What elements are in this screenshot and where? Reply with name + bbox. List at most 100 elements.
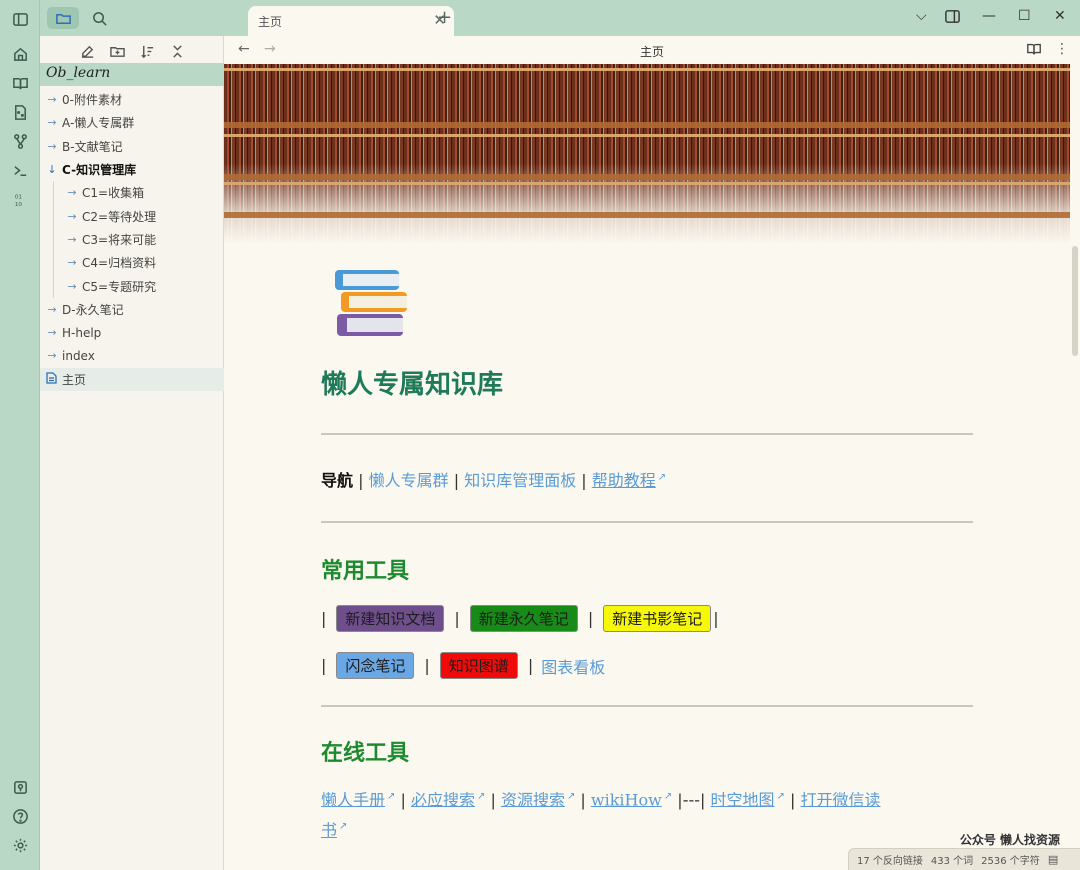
new-permanent-note-button[interactable]: 新建永久笔记: [469, 605, 578, 632]
subfolder-item[interactable]: → C1=收集箱: [40, 181, 224, 205]
separator: |: [424, 656, 430, 675]
binary-icon[interactable]: 01 10: [10, 189, 30, 209]
file-label: 主页: [62, 372, 87, 387]
vault-name[interactable]: Ob_learn: [40, 63, 224, 86]
link-spacetime-map[interactable]: 时空地图: [711, 790, 775, 809]
subfolder-item[interactable]: → C2=等待处理: [40, 204, 224, 229]
collapse-all-icon[interactable]: [168, 42, 186, 60]
home-icon[interactable]: [10, 44, 30, 64]
link-lazy-manual[interactable]: 懒人手册: [321, 790, 385, 809]
sidebar-toggle-icon[interactable]: [10, 9, 30, 29]
folder-item-open[interactable]: ↓ C-知识管理库: [40, 158, 224, 181]
separator: |: [454, 609, 460, 628]
folder-label: A-懒人专属群: [62, 116, 135, 131]
file-tree: → 0-附件素材 → A-懒人专属群 → B-文献笔记 ↓ C-知识管理库 → C1=收集…: [40, 88, 224, 391]
minimize-icon[interactable]: —: [982, 8, 996, 24]
new-media-note-button[interactable]: 新建书影笔记: [603, 605, 712, 632]
word-count: 433 个词: [930, 856, 974, 867]
separator: |: [321, 609, 327, 628]
chevron-right-icon: →: [67, 209, 77, 223]
new-folder-icon[interactable]: [108, 42, 126, 60]
tab-title: 主页: [258, 15, 283, 29]
watermark-text: 公众号 懒人找资源: [959, 833, 1060, 847]
separator: |: [581, 471, 587, 490]
view-title: 主页: [639, 45, 664, 59]
folder-item[interactable]: → 0-附件素材: [40, 88, 224, 111]
folder-item[interactable]: → A-懒人专属群: [40, 111, 224, 134]
backlinks-count[interactable]: 17 个反向链接: [857, 852, 923, 867]
sidebar-header: [40, 0, 224, 36]
folder-label: index: [62, 348, 95, 363]
subfolder-item[interactable]: → C4=归档资料: [40, 251, 224, 275]
link-chart-board[interactable]: 图表看板: [541, 654, 605, 678]
right-sidebar-toggle-icon[interactable]: [944, 8, 961, 29]
folder-item[interactable]: → index: [40, 344, 224, 367]
left-ribbon: 01 10: [0, 0, 40, 870]
svg-text:01: 01: [14, 194, 22, 200]
link-help-tutorial[interactable]: 帮助教程: [592, 471, 656, 490]
library-banner-image: [224, 64, 1070, 244]
vault-switch-icon[interactable]: [10, 777, 30, 797]
folder-label: B-文献笔记: [62, 139, 123, 154]
file-dice-icon[interactable]: [10, 102, 30, 122]
sort-icon[interactable]: [138, 42, 156, 60]
chevron-right-icon: →: [47, 326, 57, 340]
external-link-icon: ↗: [776, 791, 785, 802]
reading-mode-book-icon[interactable]: [1026, 41, 1042, 61]
chevron-right-icon: →: [67, 279, 77, 293]
nav-label: 导航: [321, 471, 354, 490]
new-tab-icon[interactable]: +: [437, 7, 452, 28]
editor-pane: ← → 主页 ⋮ 懒人专属知识库 导航 | 懒人专属群 | 知识库管理面板 | …: [224, 36, 1080, 870]
maximize-icon[interactable]: ☐: [1018, 8, 1031, 24]
terminal-icon[interactable]: [10, 160, 30, 180]
link-wikihow[interactable]: wikiHow: [591, 790, 662, 809]
chevron-right-icon: →: [47, 93, 57, 107]
more-options-icon[interactable]: ⋮: [1055, 41, 1069, 57]
folder-label: C5=专题研究: [82, 279, 157, 294]
folder-item[interactable]: → D-永久笔记: [40, 298, 224, 321]
graph-icon[interactable]: [10, 131, 30, 151]
folder-label: C1=收集箱: [82, 186, 145, 201]
file-explorer: Ob_learn → 0-附件素材 → A-懒人专属群 → B-文献笔记 ↓ C-知识管…: [40, 36, 224, 870]
folder-label: C3=将来可能: [82, 232, 157, 247]
divider: [321, 433, 973, 435]
tool-buttons-row-1: | 新建知识文档 | 新建永久笔记 | 新建书影笔记 |: [321, 605, 973, 632]
folder-label: C-知识管理库: [62, 163, 137, 178]
folder-item[interactable]: → H-help: [40, 321, 224, 344]
section-heading-common-tools: 常用工具: [321, 559, 410, 584]
external-link-icon: ↗: [566, 791, 576, 802]
link-wechat-read[interactable]: 打开微信读: [800, 790, 880, 809]
new-knowledge-doc-button[interactable]: 新建知识文档: [336, 605, 445, 632]
link-bing-search[interactable]: 必应搜索: [411, 790, 475, 809]
subfolder-item[interactable]: → C3=将来可能: [40, 227, 224, 252]
chevron-right-icon: →: [47, 116, 57, 130]
tab-list-chevron-icon[interactable]: ⌵: [916, 8, 927, 24]
subfolder-item[interactable]: → C5=专题研究: [40, 274, 224, 298]
scrollbar[interactable]: [1072, 246, 1078, 356]
folder-item[interactable]: → B-文献笔记: [40, 135, 224, 158]
divider: [321, 521, 973, 523]
file-item-selected[interactable]: 主页: [40, 367, 224, 391]
help-icon[interactable]: [10, 806, 30, 826]
folder-icon[interactable]: [47, 7, 79, 29]
link-wechat-read-cont[interactable]: 书: [321, 821, 337, 840]
knowledge-graph-button[interactable]: 知识图谱: [439, 652, 518, 679]
chevron-right-icon: →: [67, 186, 77, 200]
navigation-line: 导航 | 懒人专属群 | 知识库管理面板 | 帮助教程 ↗: [321, 467, 973, 491]
link-kb-dashboard[interactable]: 知识库管理面板: [464, 471, 576, 490]
settings-gear-icon[interactable]: [10, 835, 30, 855]
link-lazy-group[interactable]: 懒人专属群: [369, 471, 449, 490]
folder-label: 0-附件素材: [62, 93, 122, 108]
link-resource-search[interactable]: 资源搜索: [501, 790, 565, 809]
chevron-down-icon: ↓: [47, 163, 57, 177]
new-note-icon[interactable]: [78, 42, 96, 60]
separator: |: [453, 471, 460, 490]
book-icon[interactable]: [10, 73, 30, 93]
sync-icon[interactable]: ▤: [1048, 853, 1058, 866]
close-window-icon[interactable]: ✕: [1054, 8, 1066, 24]
svg-text:10: 10: [14, 202, 22, 208]
external-link-icon: ↗: [657, 471, 667, 483]
search-icon[interactable]: [83, 7, 115, 29]
tab-home[interactable]: 主页 ✕: [248, 6, 454, 36]
fleeting-note-button[interactable]: 闪念笔记: [336, 652, 415, 679]
